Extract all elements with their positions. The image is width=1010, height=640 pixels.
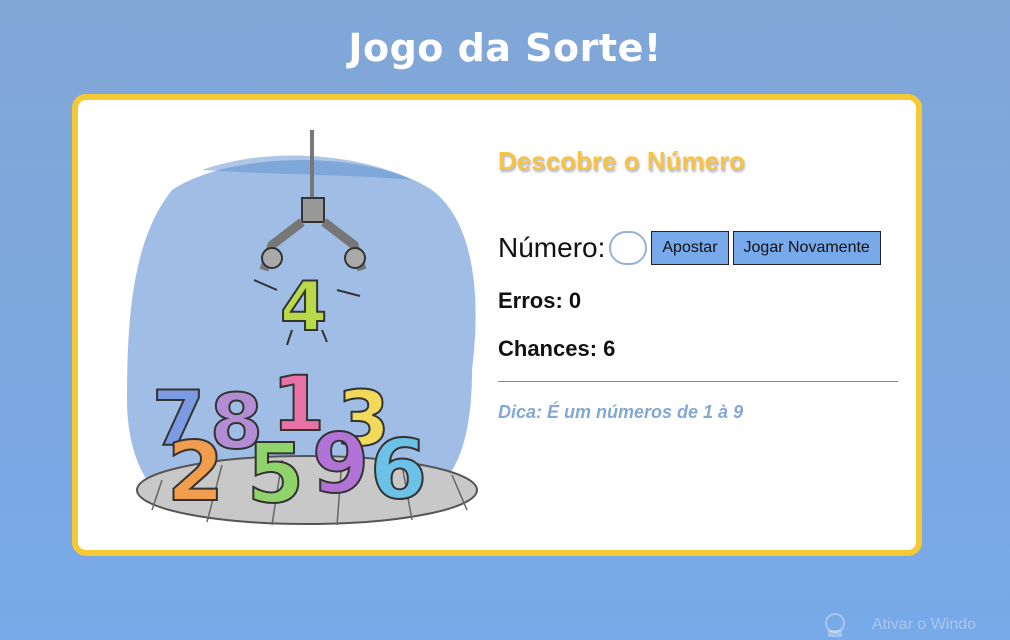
- claw-machine-illustration: 4 7 8 1 3 2 5 9 6: [127, 130, 478, 526]
- chances-count: Chances: 6: [498, 336, 616, 361]
- guess-row: Número: Apostar Jogar Novamente: [498, 228, 881, 268]
- activate-icon: [825, 613, 845, 637]
- page-title: Jogo da Sorte!: [348, 26, 662, 70]
- game-subtitle: Descobre o Número: [498, 146, 746, 176]
- number-label: Número:: [498, 232, 606, 263]
- pile-digit: 2: [167, 425, 224, 520]
- hint-text: Dica: É um números de 1 à 9: [498, 402, 744, 422]
- bet-button[interactable]: Apostar: [651, 231, 729, 265]
- game-panel: Descobre o Número Número: Apostar Jogar …: [498, 100, 898, 550]
- windows-activation-watermark: Ativar o Windo: [822, 610, 1010, 640]
- errors-count: Erros: 0: [498, 288, 582, 313]
- pile-digit: 9: [312, 417, 369, 512]
- game-card: 4 7 8 1 3 2 5 9 6 Descobre o Número Núme…: [72, 94, 922, 556]
- pile-digit: 5: [247, 427, 304, 522]
- divider: [498, 381, 898, 382]
- play-again-button[interactable]: Jogar Novamente: [732, 231, 881, 265]
- watermark-text: Ativar o Windo: [872, 616, 977, 633]
- number-input[interactable]: [609, 231, 648, 265]
- pile-digit: 6: [370, 423, 427, 518]
- held-digit: 4: [280, 268, 327, 347]
